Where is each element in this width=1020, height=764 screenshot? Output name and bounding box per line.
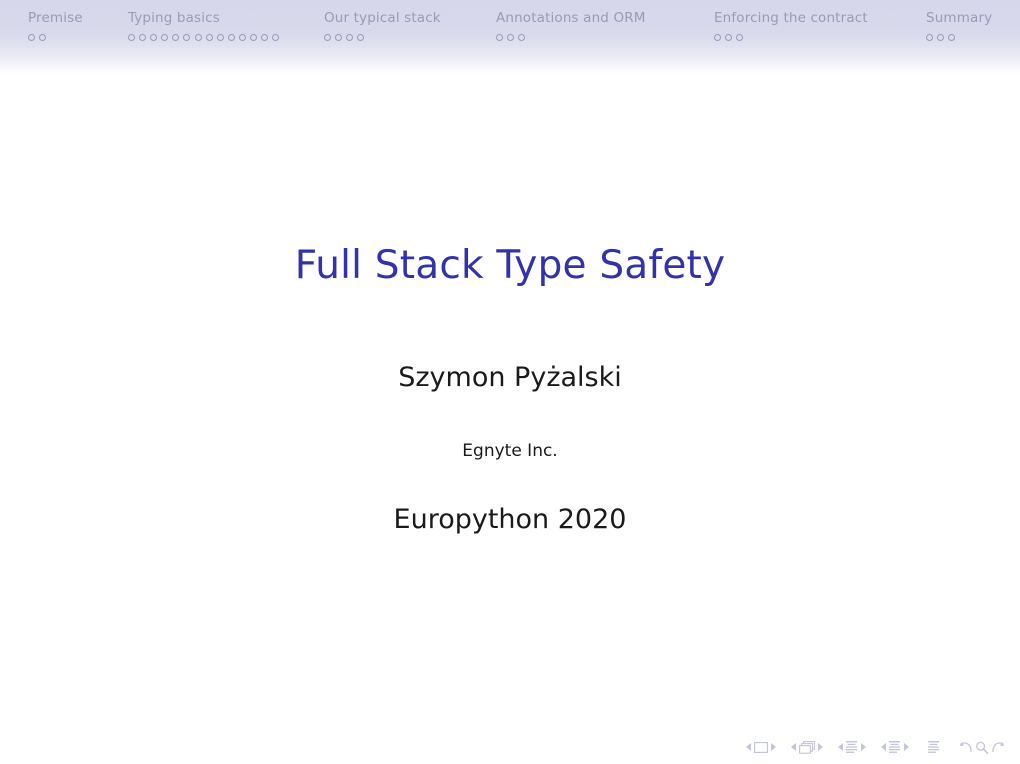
next-section-arrow-icon[interactable]: [904, 743, 909, 751]
nav-slide-dot[interactable]: [948, 33, 956, 41]
previous-section-arrow-icon[interactable]: [881, 743, 886, 751]
back-arrow-icon[interactable]: [959, 741, 973, 754]
previous-subsection-arrow-icon[interactable]: [838, 743, 843, 751]
nav-slide-dot[interactable]: [216, 33, 224, 41]
nav-slide-dot[interactable]: [238, 33, 246, 41]
nav-group-frame: [788, 740, 826, 754]
nav-slide-dot[interactable]: [227, 33, 235, 41]
nav-slide-dot[interactable]: [714, 33, 721, 41]
nav-section-label: Annotations and ORM: [496, 10, 646, 26]
nav-slide-dot[interactable]: [736, 33, 744, 41]
next-slide-arrow-icon[interactable]: [771, 743, 776, 751]
nav-section-label: Typing basics: [128, 10, 220, 26]
frame-icon[interactable]: [799, 740, 815, 754]
nav-slide-dot[interactable]: [183, 33, 191, 41]
document-icon[interactable]: [928, 740, 940, 754]
nav-slide-dots: [128, 31, 283, 43]
nav-section-label: Enforcing the contract: [714, 10, 868, 26]
nav-slide-dot[interactable]: [507, 33, 515, 41]
nav-section-premise[interactable]: Premise: [28, 0, 128, 43]
nav-slide-dot[interactable]: [518, 33, 526, 41]
nav-section-label: Premise: [28, 10, 83, 26]
nav-slide-dot[interactable]: [324, 33, 331, 41]
page-title: Full Stack Type Safety: [294, 243, 726, 288]
nav-slide-dot[interactable]: [496, 33, 503, 41]
nav-section-label: Our typical stack: [324, 10, 441, 26]
next-subsection-arrow-icon[interactable]: [861, 743, 866, 751]
nav-slide-dots: [496, 31, 529, 43]
nav-slide-dot[interactable]: [194, 33, 202, 41]
nav-section-annotations-and-orm[interactable]: Annotations and ORM: [496, 0, 714, 43]
nav-slide-dot[interactable]: [272, 33, 280, 41]
nav-slide-dot[interactable]: [139, 33, 147, 41]
nav-slide-dot[interactable]: [261, 33, 269, 41]
nav-slide-dot[interactable]: [250, 33, 258, 41]
nav-slide-dot[interactable]: [937, 33, 945, 41]
nav-section-summary[interactable]: Summary: [926, 0, 1020, 43]
nav-slide-dot[interactable]: [205, 33, 213, 41]
nav-slide-dot[interactable]: [172, 33, 180, 41]
search-icon[interactable]: [975, 741, 989, 754]
section-navigation-bar: Premise Typing basics Our typical stack Ann…: [0, 0, 1020, 50]
beamer-navigation-symbols: [743, 736, 1006, 758]
nav-section-our-typical-stack[interactable]: Our typical stack: [324, 0, 496, 43]
beamer-navigation-header: Premise Typing basics Our typical stack Ann…: [0, 0, 1020, 74]
nav-slide-dots: [714, 31, 747, 43]
nav-section-typing-basics[interactable]: Typing basics: [128, 0, 324, 43]
nav-slide-dot[interactable]: [346, 33, 354, 41]
nav-group-subsection: [835, 740, 869, 754]
title-block: Full Stack Type Safety Szymon Pyżalski E…: [0, 0, 1020, 764]
nav-slide-dots: [324, 31, 368, 43]
subsection-icon[interactable]: [846, 740, 858, 754]
forward-arrow-icon[interactable]: [991, 741, 1005, 754]
next-frame-arrow-icon[interactable]: [818, 743, 823, 751]
nav-slide-dot[interactable]: [926, 33, 933, 41]
nav-group-slide: [743, 741, 779, 753]
nav-slide-dot[interactable]: [725, 33, 733, 41]
author-affiliation: Egnyte Inc.: [462, 441, 558, 461]
nav-slide-dots: [28, 31, 50, 43]
nav-slide-dot[interactable]: [150, 33, 158, 41]
event-name: Europython 2020: [393, 504, 627, 535]
slide-icon[interactable]: [754, 741, 768, 753]
nav-slide-dot[interactable]: [335, 33, 343, 41]
nav-slide-dot[interactable]: [161, 33, 169, 41]
nav-group-section: [878, 740, 912, 754]
previous-slide-arrow-icon[interactable]: [746, 743, 751, 751]
nav-section-label: Summary: [926, 10, 993, 26]
nav-slide-dot[interactable]: [28, 33, 35, 41]
nav-slide-dots: [926, 31, 959, 43]
author-name: Szymon Pyżalski: [398, 362, 622, 393]
nav-history-controls: [958, 741, 1006, 754]
section-icon[interactable]: [889, 740, 901, 754]
nav-slide-dot[interactable]: [128, 33, 135, 41]
nav-slide-dot[interactable]: [357, 33, 365, 41]
nav-slide-dot[interactable]: [39, 33, 47, 41]
nav-section-enforcing-the-contract[interactable]: Enforcing the contract: [714, 0, 926, 43]
previous-frame-arrow-icon[interactable]: [791, 743, 796, 751]
